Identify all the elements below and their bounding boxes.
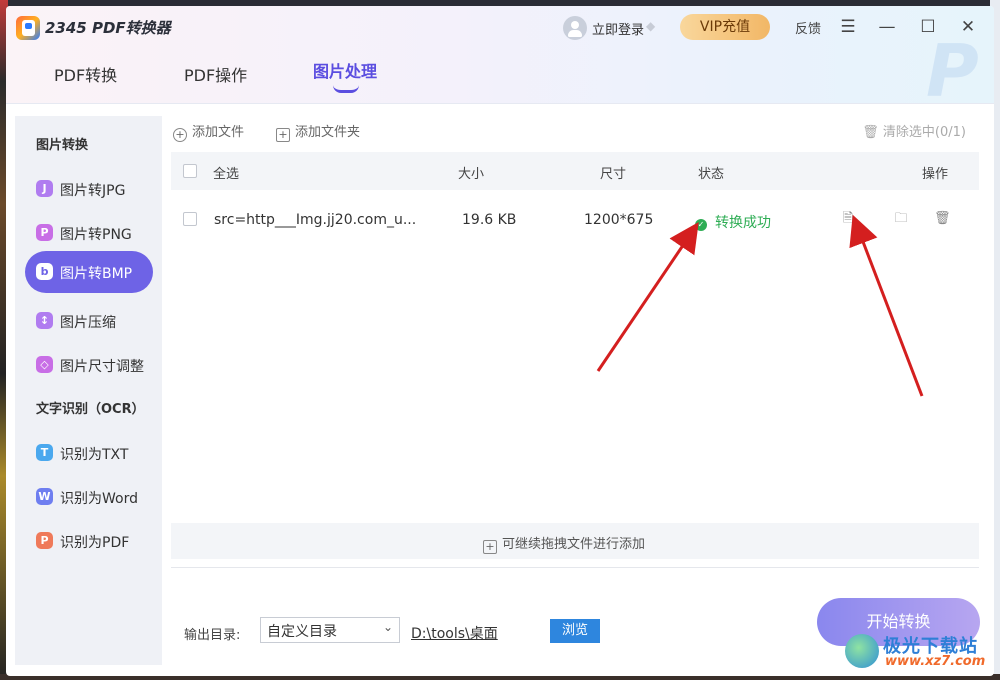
add-file-button[interactable]: + 添加文件 — [173, 121, 244, 142]
login-link[interactable]: 立即登录 — [592, 19, 644, 38]
app-window: 2345 PDF转换器 立即登录 ◆ VIP充值 反馈 ☰ — ☐ ✕ PDF转… — [6, 6, 994, 676]
drop-zone[interactable]: + 可继续拖拽文件进行添加 — [171, 523, 979, 559]
clear-selected-label: 清除选中(0/1) — [882, 125, 966, 140]
output-dir-select[interactable]: 自定义目录 ⌄ — [260, 617, 400, 643]
sidebar-item-label: 图片转JPG — [60, 183, 126, 199]
sidebar-item-ocr-txt[interactable]: T 识别为TXT — [25, 432, 153, 474]
file-name: src=http___Img.jj20.com_u... — [214, 212, 417, 228]
compress-icon: ↕ — [36, 312, 53, 329]
bmp-icon: b — [36, 263, 53, 280]
header-size: 大小 — [458, 167, 485, 182]
clear-selected-button[interactable]: 🗑 清除选中(0/1) — [862, 121, 966, 140]
txt-icon: T — [36, 444, 53, 461]
output-path-link[interactable]: D:\tools\桌面 — [411, 623, 498, 643]
divider — [171, 567, 979, 568]
sidebar-item-label: 识别为PDF — [60, 535, 130, 551]
resize-icon: ◇ — [36, 356, 53, 373]
feedback-link[interactable]: 反馈 — [795, 18, 821, 37]
site-watermark-url: www.xz7.com — [885, 654, 986, 669]
drop-zone-text: + 可继续拖拽文件进行添加 — [483, 533, 645, 554]
trash-icon: 🗑 — [862, 125, 883, 140]
app-logo-icon — [16, 16, 40, 40]
sidebar-item-label: 图片尺寸调整 — [60, 359, 144, 375]
menu-icon[interactable]: ☰ — [836, 15, 860, 39]
png-icon: P — [36, 224, 53, 241]
word-icon: W — [36, 488, 53, 505]
plus-square-icon: + — [483, 540, 497, 554]
diamond-icon: ◆ — [646, 19, 656, 33]
check-circle-icon: ✓ — [695, 219, 707, 231]
sidebar-item-to-jpg[interactable]: J 图片转JPG — [25, 168, 153, 210]
file-dimension: 1200*675 — [584, 212, 654, 228]
vip-recharge-button[interactable]: VIP充值 — [680, 14, 770, 40]
add-folder-button[interactable]: + 添加文件夹 — [276, 121, 360, 142]
header-status: 状态 — [698, 167, 725, 182]
sidebar-item-label: 识别为TXT — [60, 447, 129, 463]
user-avatar-icon[interactable] — [563, 16, 587, 40]
sidebar-item-compress[interactable]: ↕ 图片压缩 — [25, 300, 153, 342]
plus-circle-icon: + — [173, 128, 187, 142]
row-checkbox[interactable] — [183, 212, 197, 226]
header-actions: 操作 — [922, 167, 949, 182]
output-dir-label: 输出目录: — [184, 628, 241, 643]
sidebar-item-label: 图片压缩 — [60, 315, 116, 331]
site-logo-icon — [845, 634, 879, 668]
header-dimension: 尺寸 — [600, 167, 627, 182]
status-badge: ✓ 转换成功 — [695, 212, 771, 232]
open-file-icon[interactable]: 🗎 — [840, 211, 856, 227]
active-tab-indicator — [333, 85, 359, 93]
sidebar-item-label: 图片转BMP — [60, 266, 133, 282]
output-dir-select-value: 自定义目录 — [267, 624, 337, 640]
open-folder-icon[interactable]: 🗀 — [893, 211, 909, 227]
sidebar: 图片转换 J 图片转JPG P 图片转PNG b 图片转BMP ↕ 图片压缩 ◇… — [15, 116, 162, 665]
sidebar-item-label: 图片转PNG — [60, 227, 132, 243]
tab-pdf-convert[interactable]: PDF转换 — [54, 62, 117, 86]
sidebar-item-label: 识别为Word — [60, 491, 138, 507]
main-panel: + 添加文件 + 添加文件夹 🗑 清除选中(0/1) 全选 大小 尺寸 状态 操作 … — [171, 116, 981, 665]
plus-square-icon: + — [276, 128, 290, 142]
table-row: src=http___Img.jj20.com_u... 19.6 KB 120… — [171, 196, 979, 244]
delete-icon[interactable]: 🗑 — [934, 211, 951, 227]
table-header: 全选 大小 尺寸 状态 操作 — [171, 152, 979, 190]
sidebar-item-ocr-pdf[interactable]: P 识别为PDF — [25, 520, 153, 562]
chevron-down-icon: ⌄ — [382, 620, 393, 634]
minimize-icon[interactable]: — — [875, 15, 899, 39]
status-text: 转换成功 — [715, 215, 771, 231]
sidebar-section-ocr: 文字识别（OCR） — [36, 402, 145, 417]
sidebar-section-image-convert: 图片转换 — [36, 138, 89, 153]
add-folder-label: 添加文件夹 — [295, 125, 361, 140]
app-title: 2345 PDF转换器 — [45, 19, 171, 37]
tab-image-process[interactable]: 图片处理 — [313, 58, 377, 82]
tab-pdf-operate[interactable]: PDF操作 — [184, 62, 247, 86]
select-all-checkbox[interactable] — [183, 164, 197, 178]
title-bar: 2345 PDF转换器 立即登录 ◆ VIP充值 反馈 ☰ — ☐ ✕ PDF转… — [6, 6, 994, 113]
pdf-watermark-logo: P — [926, 29, 979, 113]
site-watermark: 极光下载站 www.xz7.com — [845, 632, 993, 672]
browse-button[interactable]: 浏览 — [550, 619, 600, 643]
header-select-all[interactable]: 全选 — [213, 163, 239, 182]
pdf-icon: P — [36, 532, 53, 549]
sidebar-item-to-png[interactable]: P 图片转PNG — [25, 212, 153, 254]
sidebar-item-resize[interactable]: ◇ 图片尺寸调整 — [25, 344, 153, 386]
sidebar-item-to-bmp[interactable]: b 图片转BMP — [25, 251, 153, 293]
jpg-icon: J — [36, 180, 53, 197]
sidebar-item-ocr-word[interactable]: W 识别为Word — [25, 476, 153, 518]
file-size: 19.6 KB — [462, 212, 517, 228]
add-file-label: 添加文件 — [192, 125, 245, 140]
